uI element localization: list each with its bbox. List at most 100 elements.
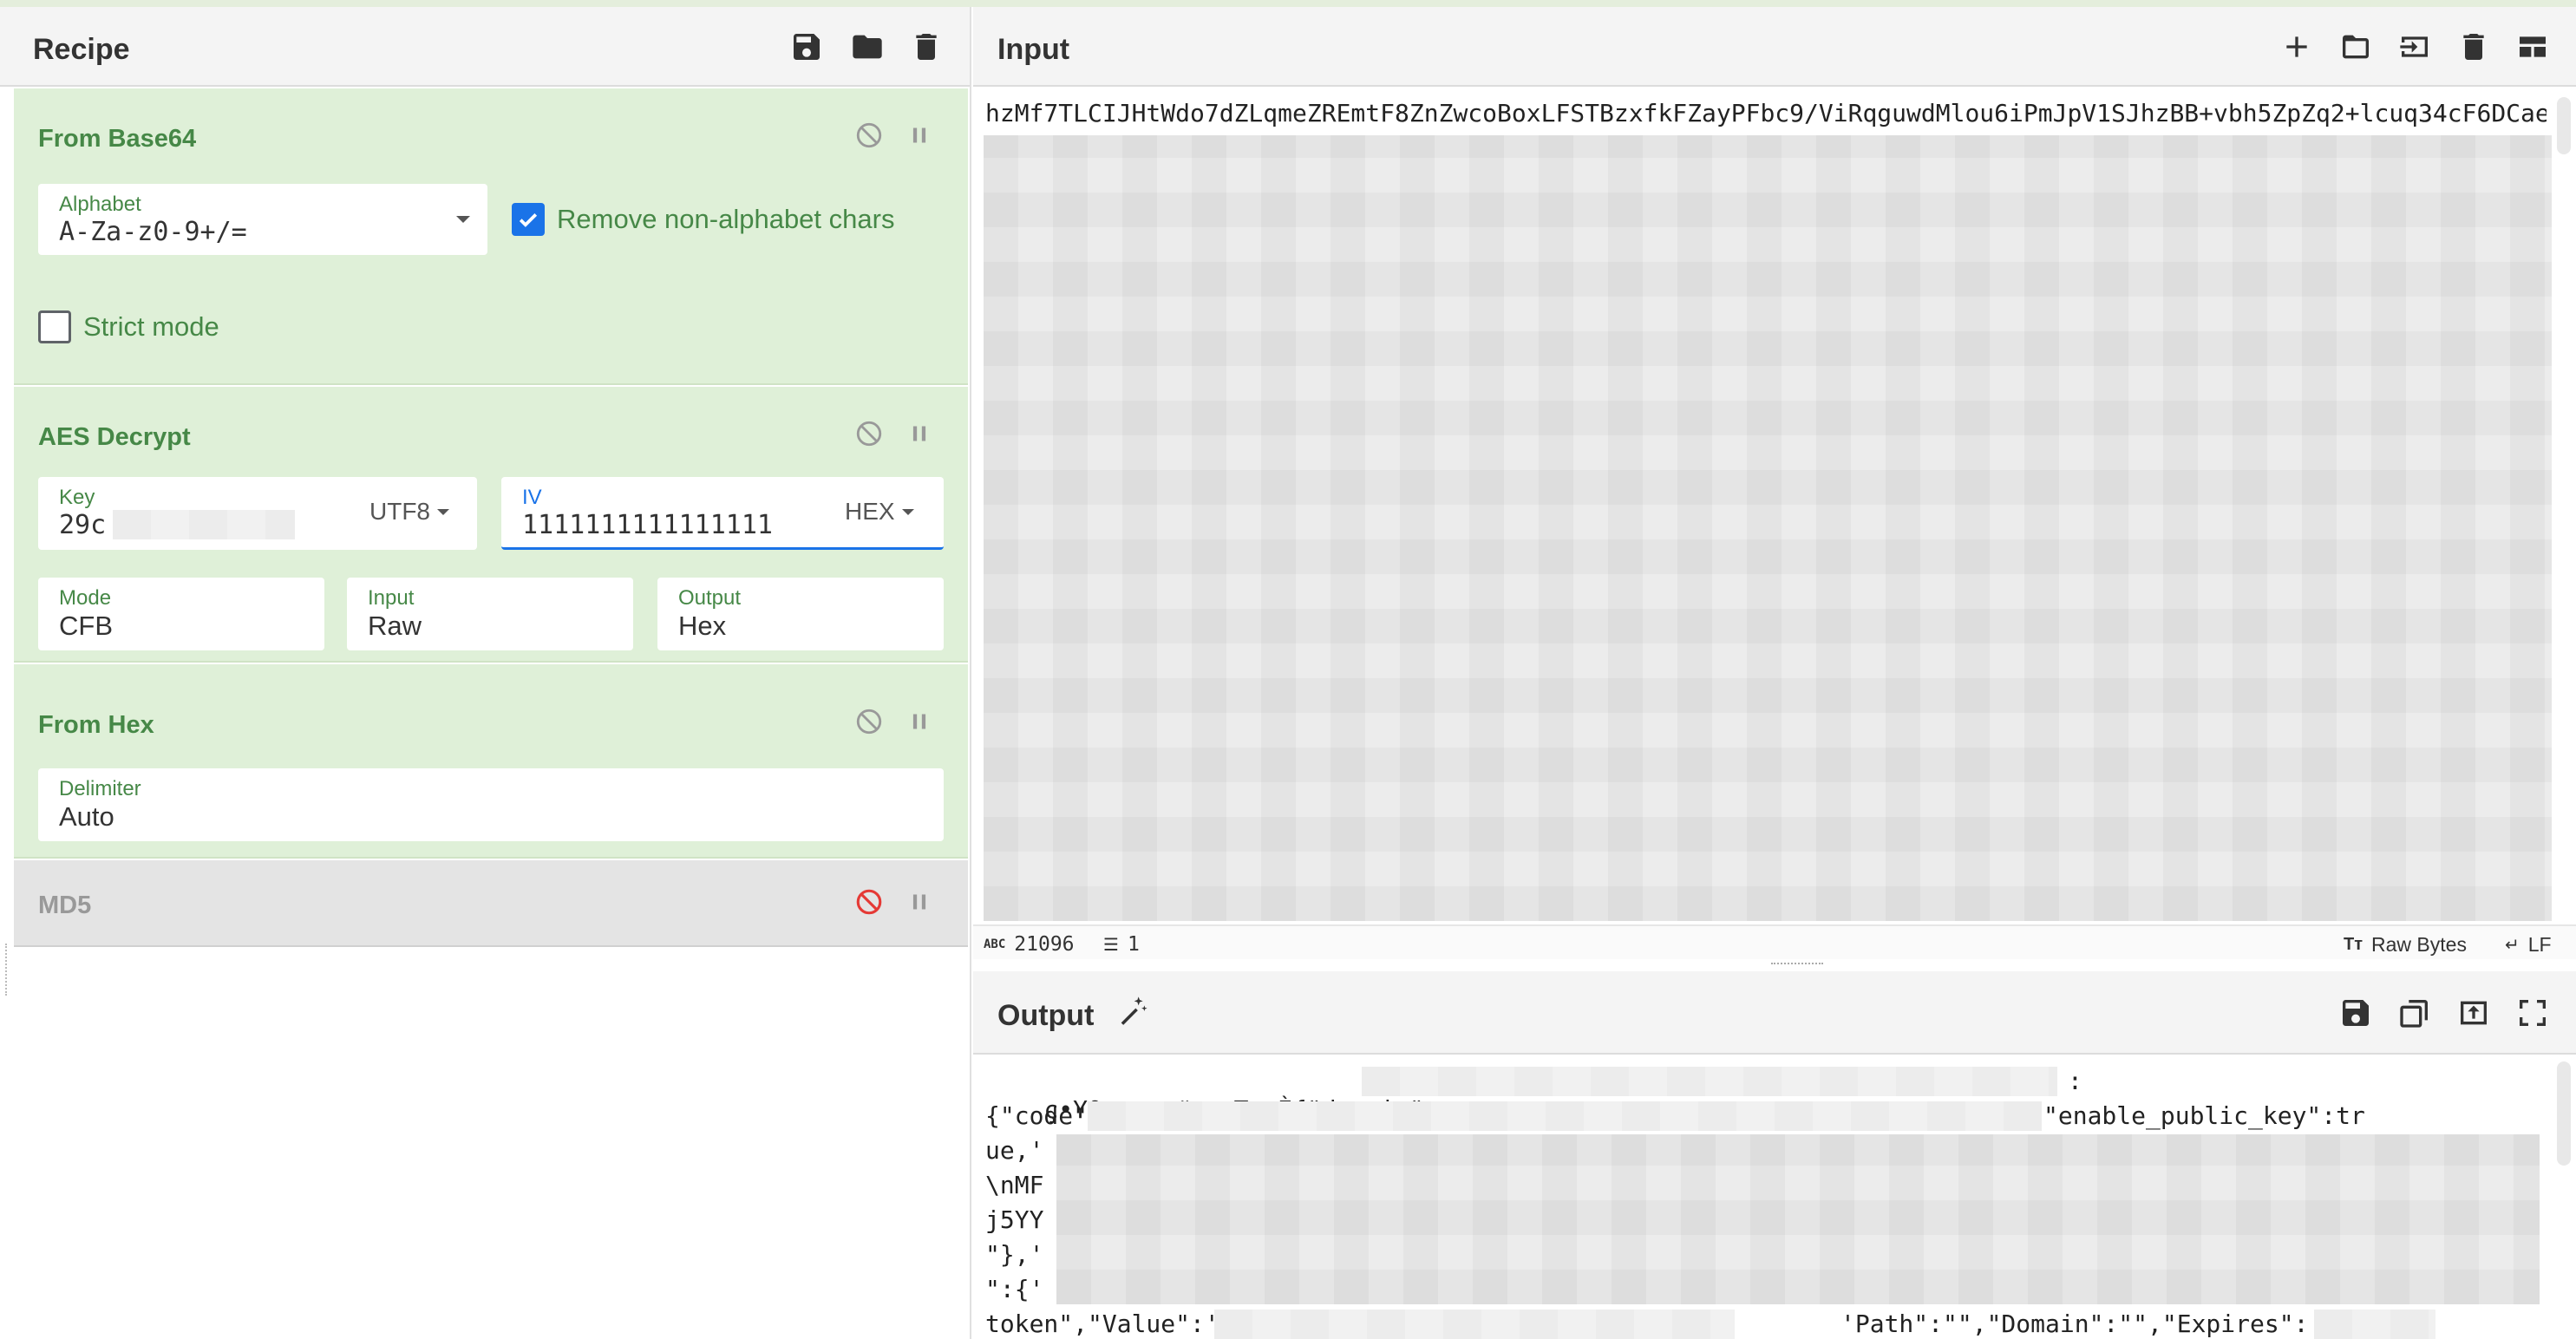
checkbox-unchecked-icon [38, 310, 71, 343]
remove-nonalphabet-label: Remove non-alphabet chars [557, 204, 895, 234]
redacted-block [2314, 1310, 2435, 1339]
delimiter-value: Auto [59, 801, 114, 832]
copy-icon[interactable] [2394, 992, 2435, 1034]
checkbox-checked-icon [512, 203, 545, 236]
output-line-8b: 'Path":"","Domain":"","Expires":' [1840, 1310, 2324, 1338]
input-statusbar: ABC 21096 ☰ 1 Tт Raw Bytes ↵ LF [973, 924, 2576, 959]
output-line-6: "},' [985, 1240, 1044, 1269]
disable-operation-icon[interactable] [852, 118, 886, 153]
redacted-block [1214, 1310, 1735, 1339]
length-value: 21096 [1014, 933, 1075, 956]
trash-icon[interactable] [2453, 26, 2494, 68]
alphabet-select[interactable]: Alphabet A-Za-z0-9+/= [38, 184, 487, 255]
pause-icon[interactable] [902, 885, 937, 919]
disable-operation-icon[interactable] [852, 416, 886, 451]
io-area: Input hzMf7TLCIJHtWdo7dZLqmeZREmtF8ZnZwc… [973, 7, 2576, 1339]
length-indicator: ABC 21096 [984, 933, 1075, 956]
output-line-3: ue,' [985, 1136, 1044, 1165]
lines-value: 1 [1127, 933, 1140, 956]
pause-icon[interactable] [902, 704, 937, 739]
input-format-select[interactable]: Input Raw [347, 578, 633, 650]
replace-input-icon[interactable] [2453, 992, 2494, 1034]
operation-title: From Hex [38, 711, 154, 739]
redacted-block [1362, 1067, 2057, 1096]
output-format-label: Output [678, 586, 742, 610]
chevron-down-icon [456, 216, 470, 223]
redacted-block [1088, 1101, 2042, 1131]
magic-wand-icon[interactable] [1112, 990, 1154, 1032]
key-value: 29c [59, 510, 107, 540]
input-scrollbar[interactable] [2557, 97, 2571, 154]
output-scrollbar[interactable] [2557, 1061, 2571, 1166]
resize-handle[interactable] [5, 944, 10, 996]
mode-label: Mode [59, 586, 112, 610]
output-line-5: j5YY [985, 1205, 1044, 1234]
output-format-select[interactable]: Output Hex [657, 578, 944, 650]
save-icon[interactable] [2335, 992, 2377, 1034]
key-encoding-label: UTF8 [369, 498, 430, 525]
chevron-down-icon [901, 508, 914, 515]
redacted-block [113, 510, 295, 539]
recipe-pane: Recipe From Base64 Alphabet A-Za-z0-9+/= [0, 7, 971, 1339]
output-line-2-suffix: "enable_public_key":tr [2043, 1101, 2365, 1130]
lines-indicator: ☰ 1 [1103, 933, 1140, 956]
recipe-header: Recipe [0, 7, 970, 87]
output-title: Output [997, 999, 1095, 1032]
fullscreen-icon[interactable] [2512, 992, 2553, 1034]
input-format-label: Input [368, 586, 415, 610]
encoding-value: Raw Bytes [2371, 933, 2467, 956]
operation-title: From Base64 [38, 125, 197, 153]
operation-title: AES Decrypt [38, 423, 191, 451]
save-icon[interactable] [786, 26, 827, 68]
iv-encoding-label: HEX [845, 498, 895, 525]
text-size-icon: Tт [2344, 935, 2364, 954]
mode-value: CFB [59, 611, 113, 641]
iv-value: 1111111111111111 [522, 510, 773, 540]
import-icon[interactable] [2394, 26, 2435, 68]
output-line-1-colon: : [2068, 1067, 2082, 1095]
output-line-8a: token","Value":' [985, 1310, 1219, 1338]
pause-icon[interactable] [902, 118, 937, 153]
output-line-2-prefix: {"code": [985, 1101, 1102, 1130]
operation-md5[interactable]: MD5 [14, 860, 968, 947]
operation-aes-decrypt[interactable]: AES Decrypt Key 29c UTF8 IV 111111111111… [14, 387, 968, 663]
pause-icon[interactable] [902, 416, 937, 451]
input-header: Input [973, 7, 2576, 87]
key-input[interactable]: Key 29c UTF8 [38, 477, 477, 550]
output-header: Output [973, 971, 2576, 1055]
eol-selector[interactable]: ↵ LF [2505, 933, 2552, 957]
strict-mode-checkbox[interactable]: Strict mode [38, 310, 219, 343]
input-format-value: Raw [368, 611, 422, 641]
output-line-7: ":{' [985, 1275, 1044, 1303]
alphabet-label: Alphabet [59, 193, 141, 216]
chevron-down-icon [437, 508, 449, 515]
disable-operation-icon[interactable] [852, 704, 886, 739]
output-format-value: Hex [678, 611, 727, 641]
trash-icon[interactable] [906, 26, 947, 68]
recipe-title: Recipe [33, 33, 130, 66]
plus-icon[interactable] [2276, 26, 2318, 68]
remove-nonalphabet-checkbox[interactable]: Remove non-alphabet chars [512, 203, 894, 236]
top-accent-line [0, 0, 2576, 7]
strict-mode-label: Strict mode [83, 311, 219, 342]
disable-operation-icon[interactable] [852, 885, 886, 919]
mode-select[interactable]: Mode CFB [38, 578, 324, 650]
operation-from-base64[interactable]: From Base64 Alphabet A-Za-z0-9+/= Remove… [14, 88, 968, 385]
layout-icon[interactable] [2512, 26, 2553, 68]
iv-encoding-dropdown[interactable]: HEX [845, 498, 914, 526]
alphabet-value: A-Za-z0-9+/= [59, 217, 247, 247]
operation-from-hex[interactable]: From Hex Delimiter Auto [14, 664, 968, 859]
iv-input[interactable]: IV 1111111111111111 HEX [501, 477, 944, 550]
lines-icon: ☰ [1103, 935, 1119, 955]
eol-value: LF [2527, 933, 2552, 956]
folder-open-icon[interactable] [2335, 26, 2377, 68]
delimiter-select[interactable]: Delimiter Auto [38, 768, 944, 841]
operation-title: MD5 [38, 892, 92, 919]
input-textarea[interactable] [973, 94, 2560, 926]
key-encoding-dropdown[interactable]: UTF8 [369, 498, 449, 526]
delimiter-label: Delimiter [59, 777, 141, 800]
output-line-4: \nMF [985, 1171, 1044, 1199]
pane-splitter[interactable] [1771, 963, 1823, 966]
folder-icon[interactable] [847, 26, 888, 68]
encoding-selector[interactable]: Tт Raw Bytes [2344, 933, 2467, 957]
